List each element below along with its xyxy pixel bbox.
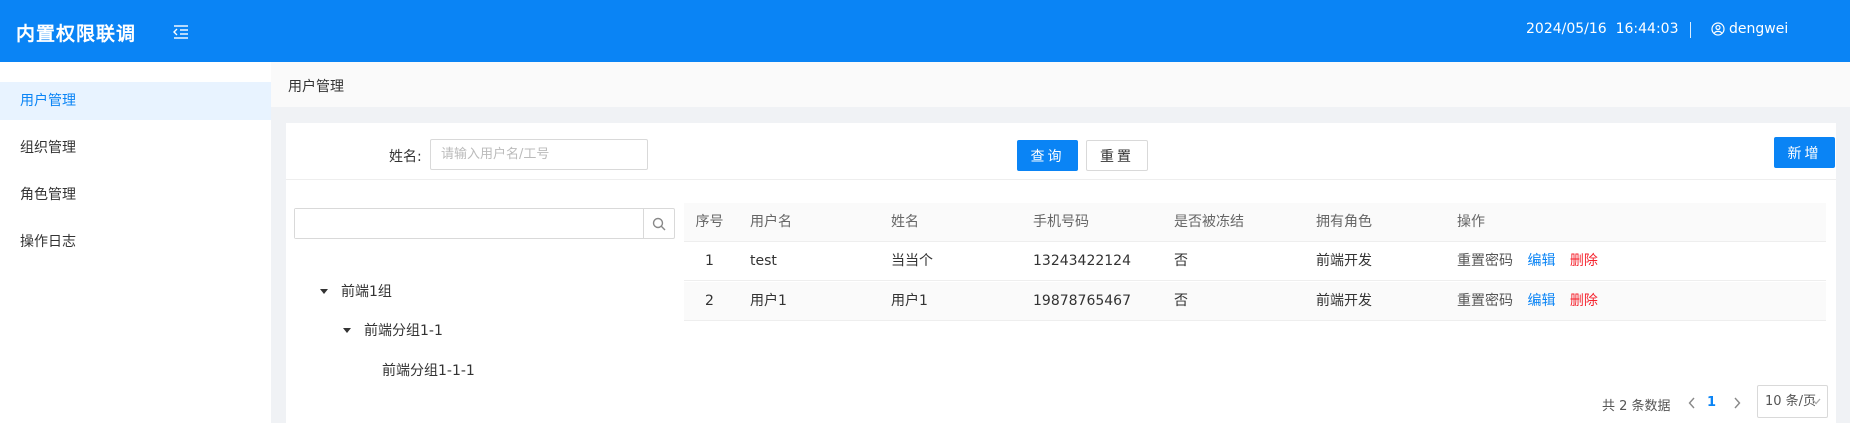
tree-node-frontend-subgroup-1-1[interactable]: 前端分组1-1 — [343, 320, 443, 340]
reset-password-link[interactable]: 重置密码 — [1457, 253, 1513, 269]
col-header-name: 姓名 — [891, 214, 919, 230]
col-header-role: 拥有角色 — [1316, 214, 1372, 230]
cell-username: 用户1 — [750, 293, 787, 309]
tree-search-box — [294, 208, 675, 239]
tree-node-label: 前端分组1-1-1 — [382, 363, 475, 379]
table-row: 1 test 当当个 13243422124 否 前端开发 重置密码 编辑 删除 — [684, 242, 1826, 281]
search-icon — [652, 217, 666, 230]
col-header-phone: 手机号码 — [1033, 214, 1089, 230]
user-menu[interactable]: dengwei — [1711, 21, 1788, 37]
prev-page-icon[interactable] — [1685, 395, 1699, 411]
current-date: 2024/05/16 — [1526, 21, 1607, 37]
datetime-display: 2024/05/16 16:44:03 — [1526, 21, 1679, 37]
col-header-actions: 操作 — [1457, 214, 1485, 230]
caret-down-icon[interactable] — [343, 327, 351, 333]
tree-node-label: 前端分组1-1 — [364, 323, 443, 339]
current-time: 16:44:03 — [1615, 21, 1679, 37]
col-header-frozen: 是否被冻结 — [1174, 214, 1244, 230]
cell-index: 2 — [705, 293, 714, 309]
tree-search-button[interactable] — [643, 209, 674, 238]
filter-bar: 姓名: 查询 重置 新增 — [286, 123, 1836, 180]
tree-node-frontend-subgroup-1-1-1[interactable]: 前端分组1-1-1 — [382, 360, 475, 380]
next-page-icon[interactable] — [1730, 395, 1744, 411]
menu-toggle-icon[interactable] — [171, 22, 191, 42]
sidebar-item-org-management[interactable]: 组织管理 — [0, 129, 271, 167]
delete-link[interactable]: 删除 — [1570, 293, 1598, 309]
user-circle-icon — [1711, 22, 1725, 36]
app-title: 内置权限联调 — [16, 23, 137, 45]
caret-down-icon[interactable] — [320, 288, 328, 294]
reset-password-link[interactable]: 重置密码 — [1457, 293, 1513, 309]
pagination-total: 共 2 条数据 — [1602, 399, 1671, 414]
sidebar-item-operation-log[interactable]: 操作日志 — [0, 223, 271, 261]
sidebar-item-user-management[interactable]: 用户管理 — [0, 82, 271, 120]
add-user-button[interactable]: 新增 — [1774, 137, 1835, 168]
page-size-value: 10 条/页 — [1765, 394, 1817, 409]
cell-role: 前端开发 — [1316, 253, 1372, 269]
user-card: 姓名: 查询 重置 新增 前端1组 前端分组1-1 前端分组1-1-1 — [286, 123, 1836, 423]
cell-actions: 重置密码 编辑 删除 — [1457, 282, 1608, 321]
cell-name: 当当个 — [891, 253, 933, 269]
cell-role: 前端开发 — [1316, 293, 1372, 309]
breadcrumb: 用户管理 — [288, 79, 344, 95]
col-header-username: 用户名 — [750, 214, 792, 230]
tree-search-input[interactable] — [295, 209, 644, 238]
reset-button[interactable]: 重置 — [1086, 140, 1148, 171]
page-number-current[interactable]: 1 — [1707, 395, 1716, 410]
username: dengwei — [1729, 21, 1789, 37]
cell-phone: 13243422124 — [1033, 253, 1131, 269]
table-header: 序号 用户名 姓名 手机号码 是否被冻结 拥有角色 操作 — [684, 203, 1826, 242]
cell-phone: 19878765467 — [1033, 293, 1131, 309]
name-search-input[interactable] — [430, 139, 648, 170]
query-button[interactable]: 查询 — [1017, 140, 1078, 171]
cell-actions: 重置密码 编辑 删除 — [1457, 242, 1608, 281]
main-content: 用户管理 姓名: 查询 重置 新增 前端1组 前端分组1-1 — [271, 62, 1850, 423]
edit-link[interactable]: 编辑 — [1527, 293, 1555, 309]
tree-node-frontend-group-1[interactable]: 前端1组 — [320, 281, 392, 301]
col-header-index: 序号 — [695, 214, 724, 230]
name-label: 姓名: — [389, 149, 422, 165]
sidebar: 用户管理 组织管理 角色管理 操作日志 — [0, 62, 271, 423]
cell-index: 1 — [705, 253, 714, 269]
header-divider — [1690, 22, 1691, 38]
tree-node-label: 前端1组 — [341, 284, 392, 300]
breadcrumb-bar: 用户管理 — [271, 62, 1850, 107]
table-row: 2 用户1 用户1 19878765467 否 前端开发 重置密码 编辑 删除 — [684, 282, 1826, 321]
edit-link[interactable]: 编辑 — [1527, 253, 1555, 269]
sidebar-item-role-management[interactable]: 角色管理 — [0, 176, 271, 214]
cell-frozen: 否 — [1174, 293, 1188, 309]
cell-username: test — [750, 253, 777, 269]
delete-link[interactable]: 删除 — [1570, 253, 1598, 269]
page-size-select[interactable]: 10 条/页 — [1757, 385, 1828, 418]
cell-frozen: 否 — [1174, 253, 1188, 269]
top-header: 内置权限联调 2024/05/16 16:44:03 dengwei — [0, 0, 1850, 62]
cell-name: 用户1 — [891, 293, 928, 309]
chevron-down-icon — [1811, 398, 1821, 405]
